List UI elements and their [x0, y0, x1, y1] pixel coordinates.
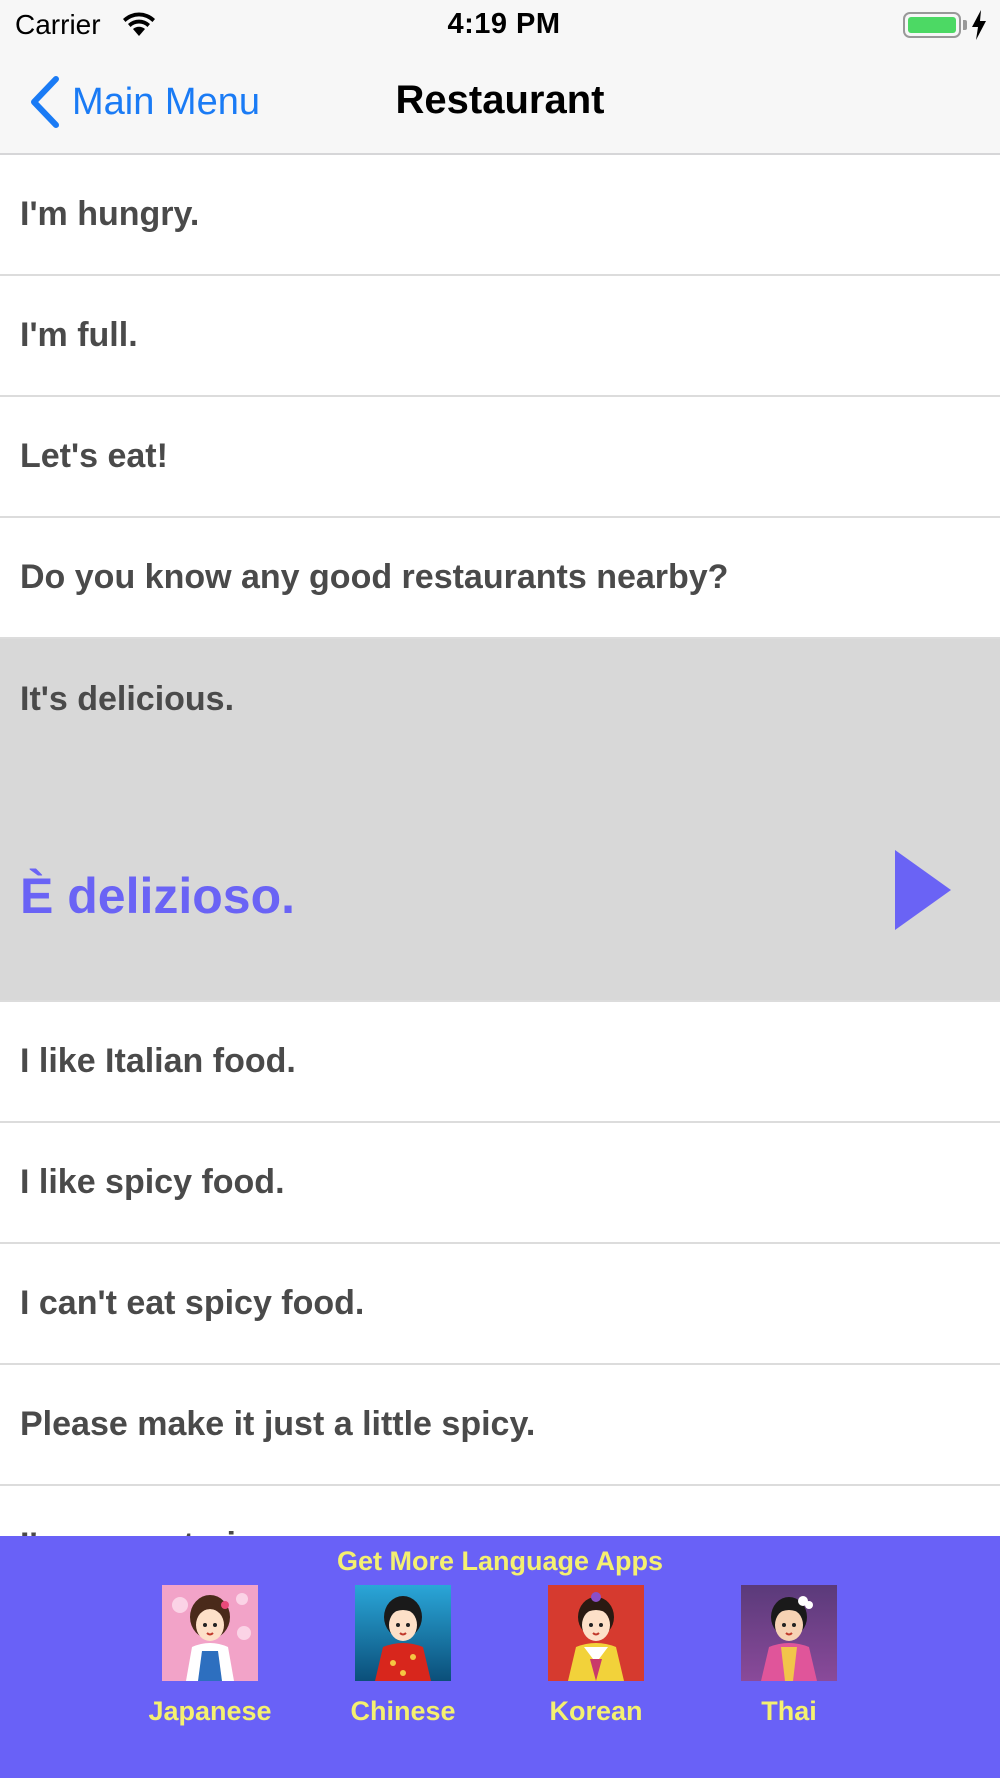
page-title: Restaurant [395, 78, 605, 122]
play-icon[interactable] [893, 848, 953, 932]
list-item[interactable]: Please make it just a little spicy. [0, 1365, 1000, 1486]
korean-girl-avatar-icon [548, 1585, 644, 1681]
app-label: Chinese [350, 1696, 456, 1726]
phrase-list: I'm hungry. I'm full. Let's eat! Do you … [0, 155, 1000, 1607]
japanese-girl-avatar-icon [162, 1585, 258, 1681]
list-item[interactable]: Let's eat! [0, 397, 1000, 518]
app-label: Japanese [148, 1696, 272, 1726]
list-item[interactable]: I like Italian food. [0, 1002, 1000, 1123]
status-bar: Carrier 4:19 PM [0, 0, 1000, 50]
list-item[interactable]: I like spicy food. [0, 1123, 1000, 1244]
app-thai[interactable]: Thai [719, 1585, 859, 1727]
list-item[interactable]: I'm hungry. [0, 155, 1000, 276]
navigation-bar: Main Menu Restaurant [0, 50, 1000, 155]
battery-icon [903, 12, 961, 38]
app-label: Korean [549, 1696, 643, 1726]
phrase-text: It's delicious. [20, 680, 235, 718]
charging-bolt-icon [972, 10, 986, 40]
chinese-girl-avatar-icon [355, 1585, 451, 1681]
app-chinese[interactable]: Chinese [333, 1585, 473, 1727]
app-korean[interactable]: Korean [526, 1585, 666, 1727]
list-item-selected[interactable]: It's delicious. È delizioso. [0, 639, 1000, 1002]
list-item[interactable]: Do you know any good restaurants nearby? [0, 518, 1000, 639]
more-apps-banner: Get More Language Apps Japanese Chinese … [0, 1536, 1000, 1778]
translation-text: È delizioso. [20, 868, 296, 924]
app-label: Thai [761, 1696, 817, 1726]
battery-cap [963, 20, 967, 30]
thai-girl-avatar-icon [741, 1585, 837, 1681]
app-japanese[interactable]: Japanese [140, 1585, 280, 1727]
banner-title: Get More Language Apps [336, 1546, 664, 1576]
list-item[interactable]: I can't eat spicy food. [0, 1244, 1000, 1365]
status-time: 4:19 PM [447, 8, 561, 40]
list-item[interactable]: I'm full. [0, 276, 1000, 397]
